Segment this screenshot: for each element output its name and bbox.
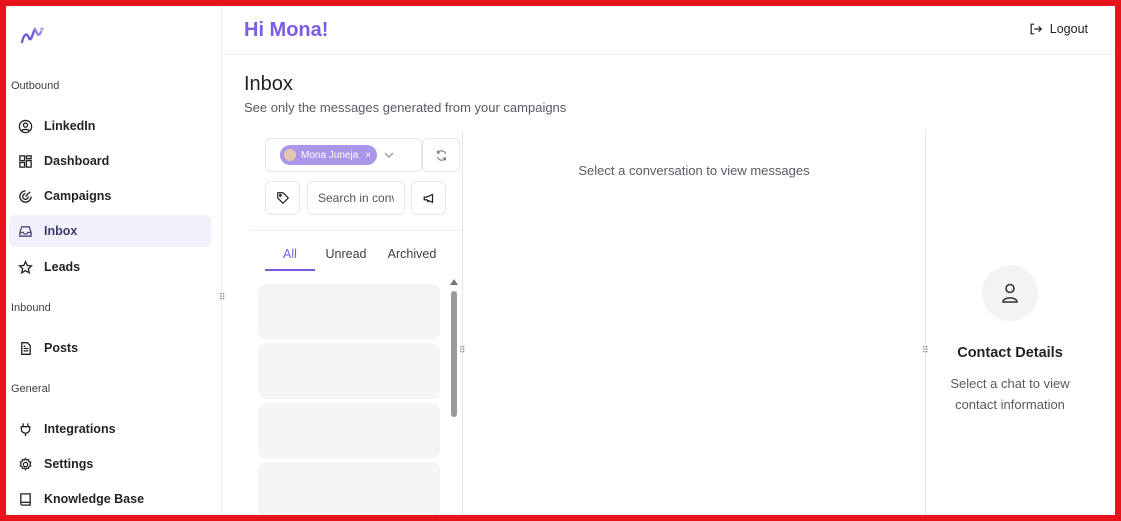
messages-empty-state: Select a conversation to view messages (578, 163, 810, 178)
star-icon (18, 259, 33, 275)
logout-button[interactable]: Logout (1029, 22, 1088, 36)
tab-all[interactable]: All (265, 243, 315, 271)
section-label-general: General (11, 383, 51, 395)
avatar (284, 149, 296, 161)
sidebar-item-knowledge-base[interactable]: Knowledge Base (9, 483, 211, 515)
plug-icon (18, 422, 33, 437)
sidebar-item-label: Knowledge Base (44, 492, 145, 506)
sidebar-item-dashboard[interactable]: Dashboard (9, 145, 211, 177)
contact-details-pane: Contact Details Select a chat to view co… (926, 131, 1115, 515)
tag-filter-button[interactable] (265, 181, 300, 215)
divider (250, 230, 462, 231)
sidebar-item-label: Settings (44, 457, 94, 471)
refresh-button[interactable] (422, 138, 460, 172)
remove-chip-icon[interactable]: × (365, 150, 371, 161)
tab-archived[interactable]: Archived (377, 243, 447, 271)
list-item-skeleton (258, 343, 440, 399)
conversation-tabs: All Unread Archived (265, 243, 447, 271)
logout-label: Logout (1049, 22, 1088, 36)
sidebar-item-label: Integrations (44, 422, 116, 436)
brand-logo-icon[interactable] (18, 24, 46, 48)
sidebar: Outbound LinkedIn Dashboard Campaigns In… (6, 6, 222, 515)
contact-empty-state: Select a chat to view contact informatio… (950, 376, 1070, 412)
sidebar-item-leads[interactable]: Leads (9, 251, 211, 283)
contact-details-title: Contact Details (957, 345, 1063, 361)
account-chip-label: Mona Juneja (301, 149, 359, 161)
list-item-skeleton (258, 462, 440, 515)
sidebar-item-label: LinkedIn (44, 119, 96, 133)
sidebar-item-label: Leads (44, 260, 81, 274)
book-icon (18, 492, 33, 507)
account-chip: Mona Juneja × (280, 145, 378, 165)
megaphone-icon (423, 193, 433, 204)
gear-icon (18, 456, 33, 472)
document-icon (18, 341, 33, 356)
sidebar-item-campaigns[interactable]: Campaigns (9, 180, 211, 212)
dashboard-grid-icon (18, 154, 33, 169)
person-icon (1002, 283, 1018, 303)
search-input[interactable] (307, 181, 405, 215)
account-select[interactable]: Mona Juneja × (265, 138, 422, 172)
campaign-filter-button[interactable] (411, 181, 446, 215)
campaigns-icon (18, 189, 33, 204)
sidebar-item-label: Posts (44, 341, 79, 355)
sidebar-item-label: Inbox (44, 224, 78, 238)
conversation-pane-resize-handle[interactable]: ⠿ (459, 345, 466, 355)
sidebar-resize-handle[interactable]: ⠿ (219, 292, 226, 302)
page-title: Inbox (244, 73, 293, 95)
logout-icon (1030, 23, 1042, 35)
section-label-inbound: Inbound (11, 302, 51, 314)
list-item-skeleton (258, 403, 440, 459)
inbox-icon (18, 224, 33, 239)
sidebar-item-integrations[interactable]: Integrations (9, 413, 211, 445)
scroll-up-arrow[interactable] (450, 279, 458, 285)
conversations-pane: Mona Juneja × All Unread Archived (250, 131, 462, 515)
top-header: Hi Mona! Logout (223, 6, 1115, 55)
tab-unread[interactable]: Unread (315, 243, 377, 271)
sidebar-item-label: Campaigns (44, 189, 112, 203)
list-item-skeleton (258, 284, 440, 340)
sidebar-item-inbox[interactable]: Inbox (9, 215, 211, 247)
scrollbar-thumb[interactable] (451, 291, 457, 417)
pane-divider (462, 131, 463, 515)
tag-icon (276, 192, 289, 205)
user-circle-icon (18, 119, 33, 134)
page-subtitle: See only the messages generated from you… (244, 100, 567, 115)
sidebar-item-label: Dashboard (44, 154, 110, 168)
sidebar-item-settings[interactable]: Settings (9, 448, 211, 480)
sidebar-item-posts[interactable]: Posts (9, 332, 211, 364)
chevron-down-icon (384, 152, 394, 158)
refresh-icon (436, 149, 446, 161)
contact-avatar (982, 265, 1038, 321)
greeting: Hi Mona! (244, 19, 329, 41)
sidebar-item-linkedin[interactable]: LinkedIn (9, 110, 211, 142)
section-label-outbound: Outbound (11, 80, 60, 92)
